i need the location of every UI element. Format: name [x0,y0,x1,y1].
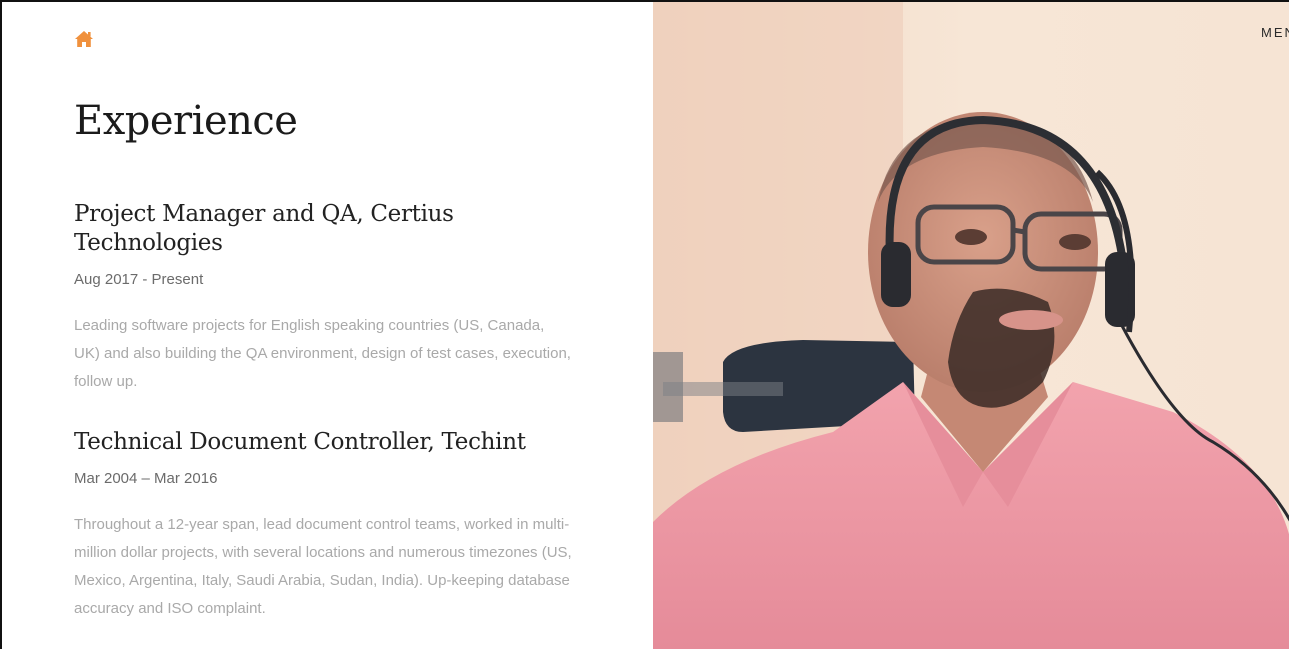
content-panel: Experience Project Manager and QA, Certi… [2,2,653,649]
home-icon[interactable] [74,30,94,48]
job-date: Mar 2004 – Mar 2016 [74,470,218,487]
menu-button[interactable]: MENU [1261,25,1289,40]
job-date: Aug 2017 - Present [74,271,204,288]
page-title: Experience [74,98,298,144]
job-description: Throughout a 12-year span, lead document… [74,516,572,617]
experience-item: Project Manager and QA, Certius Technolo… [74,200,594,396]
job-title: Technical Document Controller, Techint [74,429,526,455]
experience-item: Technical Document Controller, Techint M… [74,428,594,623]
job-title: Project Manager and QA, Certius Technolo… [74,201,454,256]
job-description: Leading software projects for English sp… [74,317,571,390]
profile-photo-panel: MENU [653,2,1289,649]
page-frame: Experience Project Manager and QA, Certi… [0,0,1289,649]
profile-photo [653,2,1289,649]
